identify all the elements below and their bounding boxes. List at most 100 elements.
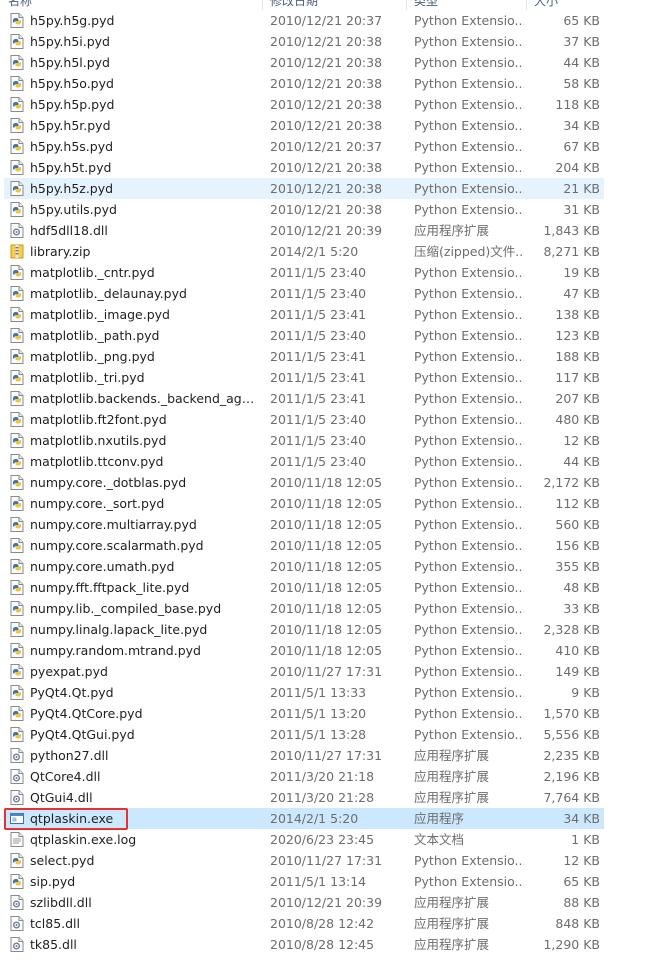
file-name[interactable]: h5py.utils.pyd [30, 199, 260, 220]
file-name[interactable]: tk85.dll [30, 934, 260, 955]
file-name[interactable]: h5py.h5z.pyd [30, 178, 260, 199]
file-row[interactable]: PyQt4.QtCore.pyd 2011/5/1 13:20 Python Ext… [4, 703, 604, 724]
file-row[interactable]: matplotlib.ft2font.pyd 2011/1/5 23:40 Pyth… [4, 409, 604, 430]
file-date: 2010/12/21 20:39 [270, 895, 383, 910]
file-row[interactable]: h5py.h5z.pyd 2010/12/21 20:38 Python Exten… [4, 178, 604, 199]
column-size[interactable]: 大小 [534, 0, 558, 10]
file-row[interactable]: matplotlib.nxutils.pyd 2011/1/5 23:40 Pyth… [4, 430, 604, 451]
file-row[interactable]: numpy.linalg.lapack_lite.pyd 2010/11/18 1… [4, 619, 604, 640]
file-row[interactable]: h5py.h5p.pyd 2010/12/21 20:38 Python Exten… [4, 94, 604, 115]
file-size: 37 KB [563, 34, 600, 49]
file-row[interactable]: PyQt4.QtGui.pyd 2011/5/1 13:28 Python Exte… [4, 724, 604, 745]
file-name[interactable]: h5py.h5g.pyd [30, 10, 260, 31]
file-name[interactable]: numpy.core.scalarmath.pyd [30, 535, 260, 556]
file-type: Python Extensio... [414, 643, 524, 658]
file-name[interactable]: matplotlib.ttconv.pyd [30, 451, 260, 472]
file-row[interactable]: QtGui4.dll 2011/3/20 21:28 应用程序扩展 7,764 KB [4, 787, 604, 808]
file-row[interactable]: matplotlib._cntr.pyd 2011/1/5 23:40 Python… [4, 262, 604, 283]
file-row[interactable]: numpy.fft.fftpack_lite.pyd 2010/11/18 12:… [4, 577, 604, 598]
file-row[interactable]: matplotlib.ttconv.pyd 2011/1/5 23:40 Pytho… [4, 451, 604, 472]
file-row[interactable]: tcl85.dll 2010/8/28 12:42 应用程序扩展 848 KB [4, 913, 604, 934]
file-row[interactable]: hdf5dll18.dll 2010/12/21 20:39 应用程序扩展 1,843… [4, 220, 604, 241]
file-row[interactable]: numpy.core.scalarmath.pyd 2010/11/18 12:0… [4, 535, 604, 556]
file-row[interactable]: h5py.h5t.pyd 2010/12/21 20:38 Python Exten… [4, 157, 604, 178]
column-divider[interactable] [262, 0, 263, 10]
file-name[interactable]: h5py.h5l.pyd [30, 52, 260, 73]
file-row[interactable]: szlibdll.dll 2010/12/21 20:39 应用程序扩展 88 KB [4, 892, 604, 913]
file-row[interactable]: PyQt4.Qt.pyd 2011/5/1 13:33 Python Extensi… [4, 682, 604, 703]
file-name[interactable]: matplotlib._png.pyd [30, 346, 260, 367]
file-row[interactable]: QtCore4.dll 2011/3/20 21:18 应用程序扩展 2,196 KB [4, 766, 604, 787]
file-name[interactable]: h5py.h5r.pyd [30, 115, 260, 136]
file-name[interactable]: matplotlib._cntr.pyd [30, 262, 260, 283]
file-name[interactable]: matplotlib._path.pyd [30, 325, 260, 346]
file-name[interactable]: PyQt4.QtCore.pyd [30, 703, 260, 724]
file-name[interactable]: h5py.h5o.pyd [30, 73, 260, 94]
file-row[interactable]: python27.dll 2010/11/27 17:31 应用程序扩展 2,235 … [4, 745, 604, 766]
file-row[interactable]: sip.pyd 2011/5/1 13:14 Python Extensio... 6… [4, 871, 604, 892]
file-row[interactable]: numpy.core.umath.pyd 2010/11/18 12:05 Pyth… [4, 556, 604, 577]
file-row[interactable]: matplotlib._image.pyd 2011/1/5 23:41 Pytho… [4, 304, 604, 325]
file-row[interactable]: h5py.h5l.pyd 2010/12/21 20:38 Python Exten… [4, 52, 604, 73]
column-type[interactable]: 类型 [414, 0, 438, 10]
file-row[interactable]: tk85.dll 2010/8/28 12:45 应用程序扩展 1,290 KB [4, 934, 604, 955]
file-name[interactable]: numpy.random.mtrand.pyd [30, 640, 260, 661]
file-name[interactable]: h5py.h5t.pyd [30, 157, 260, 178]
file-row[interactable]: qtplaskin.exe.log 2020/6/23 23:45 文本文档 1 KB [4, 829, 604, 850]
file-name[interactable]: library.zip [30, 241, 260, 262]
file-name[interactable]: PyQt4.Qt.pyd [30, 682, 260, 703]
column-divider[interactable] [526, 0, 527, 10]
file-row[interactable]: matplotlib._png.pyd 2011/1/5 23:41 Python … [4, 346, 604, 367]
file-row[interactable]: matplotlib._delaunay.pyd 2011/1/5 23:40 Py… [4, 283, 604, 304]
file-name[interactable]: matplotlib.backends._backend_agg.p... [30, 388, 260, 409]
file-name[interactable]: h5py.h5i.pyd [30, 31, 260, 52]
file-name[interactable]: tcl85.dll [30, 913, 260, 934]
file-name[interactable]: matplotlib.ft2font.pyd [30, 409, 260, 430]
file-name[interactable]: h5py.h5p.pyd [30, 94, 260, 115]
file-date: 2010/12/21 20:38 [270, 55, 383, 70]
file-row[interactable]: numpy.core._sort.pyd 2010/11/18 12:05 Pyth… [4, 493, 604, 514]
file-name[interactable]: qtplaskin.exe.log [30, 829, 260, 850]
file-row[interactable]: h5py.utils.pyd 2010/12/21 20:38 Python Ext… [4, 199, 604, 220]
file-name[interactable]: pyexpat.pyd [30, 661, 260, 682]
file-row[interactable]: h5py.h5s.pyd 2010/12/21 20:37 Python Exten… [4, 136, 604, 157]
file-row[interactable]: matplotlib._tri.pyd 2011/1/5 23:41 Python … [4, 367, 604, 388]
file-name[interactable]: select.pyd [30, 850, 260, 871]
file-name[interactable]: numpy.core.multiarray.pyd [30, 514, 260, 535]
file-date: 2010/12/21 20:39 [270, 223, 383, 238]
column-date[interactable]: 修改日期 [270, 0, 318, 10]
file-row[interactable]: h5py.h5r.pyd 2010/12/21 20:38 Python Exten… [4, 115, 604, 136]
file-name[interactable]: QtGui4.dll [30, 787, 260, 808]
file-row[interactable]: numpy.lib._compiled_base.pyd 2010/11/18 1… [4, 598, 604, 619]
file-name[interactable]: szlibdll.dll [30, 892, 260, 913]
file-name[interactable]: numpy.fft.fftpack_lite.pyd [30, 577, 260, 598]
file-name[interactable]: PyQt4.QtGui.pyd [30, 724, 260, 745]
file-row[interactable]: select.pyd 2010/11/27 17:31 Python Extensi… [4, 850, 604, 871]
file-name[interactable]: matplotlib._image.pyd [30, 304, 260, 325]
file-name[interactable]: h5py.h5s.pyd [30, 136, 260, 157]
file-name[interactable]: numpy.core._dotblas.pyd [30, 472, 260, 493]
file-row[interactable]: pyexpat.pyd 2010/11/27 17:31 Python Extens… [4, 661, 604, 682]
file-name[interactable]: matplotlib._tri.pyd [30, 367, 260, 388]
file-name[interactable]: sip.pyd [30, 871, 260, 892]
file-row[interactable]: h5py.h5i.pyd 2010/12/21 20:38 Python Exten… [4, 31, 604, 52]
file-row[interactable]: matplotlib.backends._backend_agg.p... 201… [4, 388, 604, 409]
file-name[interactable]: numpy.core._sort.pyd [30, 493, 260, 514]
column-divider[interactable] [406, 0, 407, 10]
file-row[interactable]: matplotlib._path.pyd 2011/1/5 23:40 Python… [4, 325, 604, 346]
file-row[interactable]: numpy.random.mtrand.pyd 2010/11/18 12:05 P… [4, 640, 604, 661]
column-name[interactable]: 名称 [8, 0, 32, 10]
file-row[interactable]: numpy.core.multiarray.pyd 2010/11/18 12:0… [4, 514, 604, 535]
file-name[interactable]: QtCore4.dll [30, 766, 260, 787]
file-name[interactable]: numpy.lib._compiled_base.pyd [30, 598, 260, 619]
file-name[interactable]: matplotlib.nxutils.pyd [30, 430, 260, 451]
file-row[interactable]: library.zip 2014/2/1 5:20 压缩(zipped)文件... 8… [4, 241, 604, 262]
file-name[interactable]: hdf5dll18.dll [30, 220, 260, 241]
file-row[interactable]: h5py.h5o.pyd 2010/12/21 20:38 Python Exten… [4, 73, 604, 94]
file-row[interactable]: h5py.h5g.pyd 2010/12/21 20:37 Python Exten… [4, 10, 604, 31]
file-name[interactable]: matplotlib._delaunay.pyd [30, 283, 260, 304]
file-name[interactable]: python27.dll [30, 745, 260, 766]
file-name[interactable]: numpy.linalg.lapack_lite.pyd [30, 619, 260, 640]
file-row[interactable]: numpy.core._dotblas.pyd 2010/11/18 12:05 P… [4, 472, 604, 493]
file-name[interactable]: numpy.core.umath.pyd [30, 556, 260, 577]
